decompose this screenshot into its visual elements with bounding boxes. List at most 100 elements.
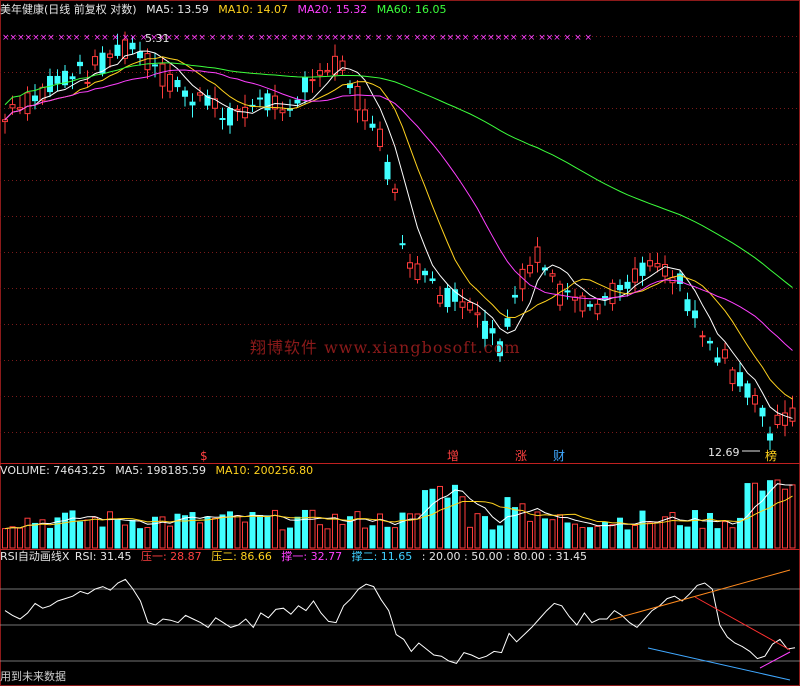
candle-body [384, 161, 391, 180]
ma60-readout: MA60: 16.05 [376, 3, 447, 16]
candle-body [279, 109, 286, 114]
volume-bar [2, 528, 8, 549]
candle-body [594, 303, 601, 315]
candle-body [332, 55, 338, 75]
candle-body [684, 299, 691, 312]
volume-bar [467, 526, 473, 549]
rsi-support-upper-line [759, 651, 791, 669]
volume-bar [557, 514, 563, 549]
volume-bar [542, 518, 548, 549]
volume-bar [527, 520, 533, 549]
volume-bar [759, 490, 766, 549]
candle-body [767, 433, 773, 441]
volume-bar [107, 511, 113, 549]
volume-bar [144, 527, 151, 549]
volume-bar [789, 484, 796, 549]
volume-bar [534, 511, 541, 549]
volume-bar [594, 525, 601, 549]
volume-bar [504, 497, 511, 549]
candle-body [294, 99, 301, 104]
candle-body [219, 118, 226, 121]
candle-body [77, 61, 83, 67]
volume-bar [684, 526, 691, 549]
volume-bar [167, 525, 173, 549]
volume-bar [444, 497, 451, 549]
candle-body [609, 282, 616, 305]
candle-body [737, 372, 743, 387]
candle-body [159, 63, 166, 87]
volume-bar [497, 525, 503, 549]
candle-body [639, 262, 646, 276]
candle-body [699, 335, 706, 338]
volume-bar [572, 523, 578, 549]
candle-body [407, 262, 413, 269]
candle-body [69, 76, 76, 80]
candle-body [309, 79, 316, 82]
candle-body [167, 73, 173, 92]
candle-body [692, 310, 698, 319]
candle-body [489, 328, 496, 334]
candle-body [362, 109, 368, 122]
candle-body [257, 97, 263, 100]
volume-bar [287, 527, 293, 549]
volume-bar [699, 527, 706, 549]
candle-body [377, 128, 383, 148]
volume-bar [429, 488, 436, 549]
candle-body [414, 263, 421, 281]
volume-bar [242, 521, 248, 549]
candle-body [512, 294, 518, 298]
candle-body [564, 290, 571, 293]
candles-group [2, 31, 796, 451]
candle-body [2, 119, 8, 123]
candle-body [144, 53, 151, 71]
ma20-readout: MA20: 15.32 [297, 3, 368, 16]
candle-body [707, 340, 713, 344]
volume-bar [722, 521, 728, 549]
volume-bar [647, 522, 653, 549]
volume-bar [309, 509, 316, 549]
candle-body [624, 281, 631, 289]
candle-body [549, 273, 556, 277]
candle-body [84, 81, 91, 84]
event-marker-label: 榜 [765, 448, 777, 463]
candle-body [152, 64, 158, 67]
event-marker-label: $ [200, 449, 208, 463]
volume-bar [422, 490, 428, 549]
volume-bar [99, 526, 106, 549]
volume-bar [204, 516, 211, 549]
volume-bar [587, 527, 593, 549]
candle-body [107, 53, 113, 58]
volume-bar [369, 525, 376, 549]
cheng1-readout: 撑一: 32.77 [281, 550, 343, 563]
volume-bar [677, 525, 683, 549]
volume-bar [362, 527, 368, 549]
ya2-readout: 压二: 86.66 [211, 550, 272, 563]
volume-bar [512, 507, 518, 549]
candle-body [459, 301, 466, 308]
candle-body [729, 369, 736, 385]
candle-body [587, 304, 593, 307]
volume-bar [452, 484, 458, 549]
volume-bar [564, 522, 571, 549]
candle-body [137, 51, 143, 59]
future-data-note: 用到未来数据 [0, 670, 66, 683]
volume-bar [234, 515, 241, 549]
volume-bar [77, 521, 83, 549]
volume-bar [459, 496, 466, 549]
volume-bar [354, 511, 361, 549]
candle-body [392, 188, 398, 193]
rsi-header: RSI自动画线X RSI: 31.45 压一: 28.87 压二: 86.66 … [0, 549, 593, 565]
candle-body [437, 294, 443, 304]
rsi-readout: RSI: 31.45 [74, 550, 132, 563]
candle-body [354, 85, 361, 111]
volume-bar [92, 516, 98, 549]
volume-bars-group [2, 479, 796, 549]
rsi-resistance-line [694, 596, 791, 651]
volume-bar [114, 518, 121, 549]
candle-body [617, 284, 623, 291]
volume-bar [639, 510, 646, 549]
candle-body [504, 318, 511, 327]
candle-body [114, 44, 121, 56]
price-header: 美年健康(日线 前复权 对数) MA5: 13.59 MA10: 14.07 M… [0, 2, 452, 18]
volume-bar [302, 509, 308, 549]
